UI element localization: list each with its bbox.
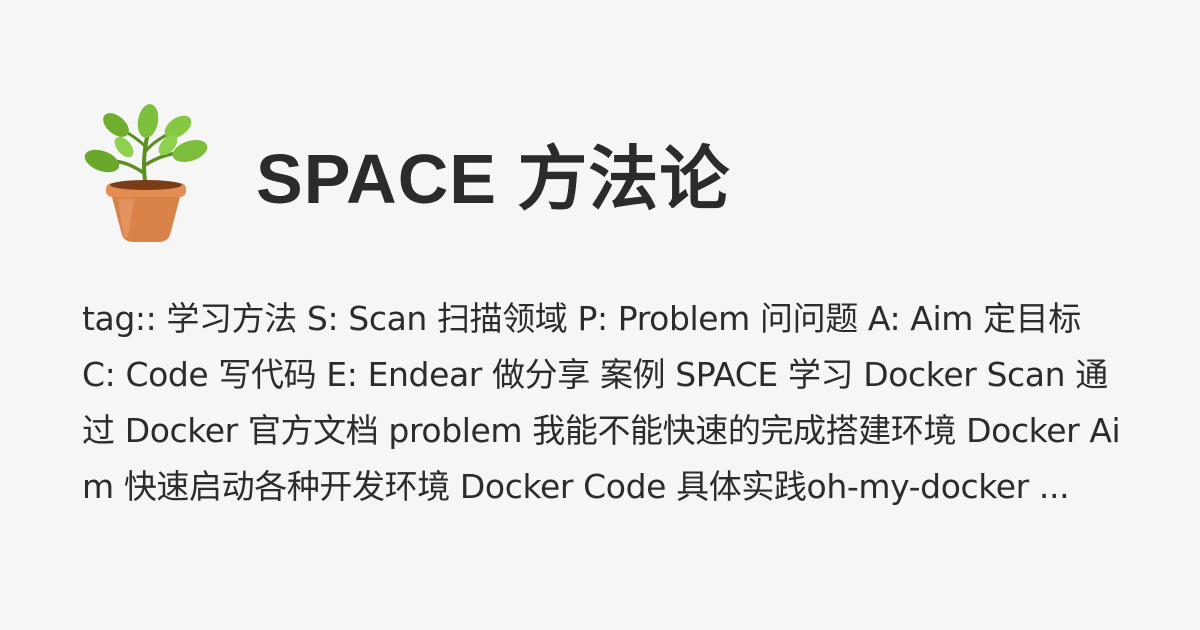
page-title: SPACE 方法论 bbox=[256, 139, 731, 218]
card-header: SPACE 方法论 bbox=[82, 98, 730, 248]
preview-card: SPACE 方法论 tag:: 学习方法 S: Scan 扫描领域 P: Pro… bbox=[0, 0, 1200, 630]
card-description: tag:: 学习方法 S: Scan 扫描领域 P: Problem 问问题 A… bbox=[82, 299, 1121, 506]
potted-plant-icon bbox=[84, 104, 208, 242]
